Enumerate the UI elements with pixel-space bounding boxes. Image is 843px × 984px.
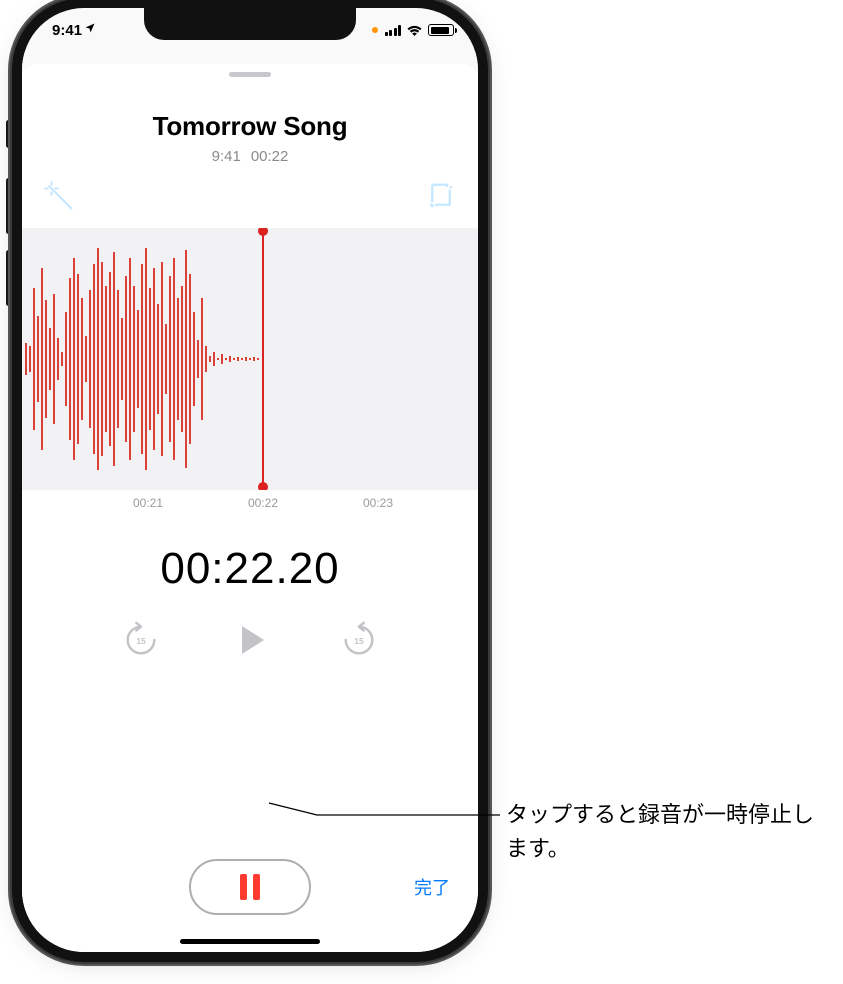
phone-frame: 9:41 Tomorrow Song [22,8,478,952]
pause-icon [240,874,247,900]
phone-side-button [6,250,11,306]
callout-text: タップすると録音が一時停止します。 [506,798,826,866]
elapsed-time: 00:22.20 [22,544,478,594]
ruler-tick: 00:21 [133,496,163,510]
done-button[interactable]: 完了 [414,874,450,900]
trim-icon[interactable] [426,181,456,216]
status-time: 9:41 [52,22,82,39]
notch [144,8,356,40]
recording-title[interactable]: Tomorrow Song [42,111,458,142]
pause-recording-button[interactable] [189,859,311,915]
recording-duration: 00:22 [251,148,289,165]
ruler-tick: 00:22 [248,496,278,510]
recording-meta: 9:41 00:22 [42,148,458,165]
skip-back-15-icon: 15 [122,621,160,659]
ruler-tick: 00:23 [363,496,393,510]
svg-text:15: 15 [354,636,364,646]
wifi-icon [406,24,423,36]
recording-created-time: 9:41 [212,148,241,165]
svg-text:15: 15 [136,636,146,646]
playhead[interactable] [262,228,264,490]
phone-side-button [6,178,11,234]
screen-content: Tomorrow Song 9:41 00:22 [22,52,478,952]
cellular-signal-icon [385,25,402,36]
sheet-grabber[interactable] [229,72,271,77]
phone-side-button [6,120,11,148]
pause-icon [253,874,260,900]
recording-privacy-dot-icon [372,27,378,33]
play-icon [230,620,270,660]
skip-forward-15-icon: 15 [340,621,378,659]
location-arrow-icon [84,22,96,37]
time-ruler: 00:21 00:22 00:23 [22,490,478,516]
enhance-icon[interactable] [44,181,74,216]
home-indicator[interactable] [180,939,320,944]
battery-icon [428,24,454,36]
playhead-handle-bottom[interactable] [258,482,268,490]
waveform[interactable] [22,228,478,490]
recording-sheet: Tomorrow Song 9:41 00:22 [22,64,478,952]
